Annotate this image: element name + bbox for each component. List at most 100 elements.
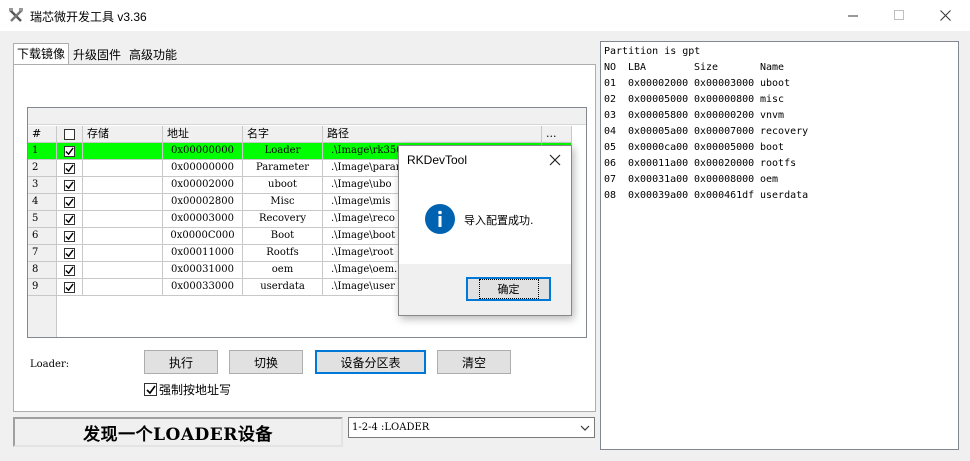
row-checkbox-cell[interactable] [57,143,83,160]
name-cell[interactable]: Misc [243,194,323,211]
partition-size: 0x00020000 [694,158,755,169]
dialog-body: 导入配置成功. [399,176,571,264]
address-cell[interactable]: 0x00031000 [163,262,243,279]
close-button[interactable] [922,0,968,31]
row-checkbox-cell[interactable] [57,194,83,211]
name-cell[interactable]: oem [243,262,323,279]
address-cell[interactable]: 0x00002000 [163,177,243,194]
address-cell[interactable]: 0x00033000 [163,279,243,296]
address-cell[interactable]: 0x0000C000 [163,228,243,245]
row-checkbox[interactable] [64,264,75,276]
storage-cell[interactable] [83,228,163,245]
name-cell[interactable]: Loader [243,143,323,160]
select-all-checkbox[interactable] [64,129,75,140]
device-status-text: 发现一个LOADER设备 [13,417,343,447]
storage-cell[interactable] [83,160,163,177]
row-checkbox-cell[interactable] [57,160,83,177]
partition-lba: 0x00039a00 [628,190,689,201]
name-cell[interactable]: Parameter [243,160,323,177]
partition-entry: 04 0x00005a00 0x00007000 recovery [604,124,955,140]
storage-cell[interactable] [83,211,163,228]
partition-lba: 0x0000ca00 [628,142,689,153]
storage-cell[interactable] [83,177,163,194]
partition-header-lba: LBA [628,62,647,73]
row-checkbox[interactable] [64,230,75,242]
partition-no: 03 [604,110,617,121]
row-checkbox[interactable] [64,281,75,293]
header-select-all[interactable] [57,126,83,143]
header-num[interactable]: # [28,126,57,143]
minimize-icon [847,15,858,17]
checkmark-icon [65,214,74,223]
partition-lba: 0x00031a00 [628,174,689,185]
name-cell[interactable]: userdata [243,279,323,296]
address-cell[interactable]: 0x00011000 [163,245,243,262]
partition-size: 0x00008000 [694,174,755,185]
dialog-close-icon[interactable] [547,152,563,168]
partition-info-panel[interactable]: Partition is gpt NO LBA Size Name 01 0x00… [600,41,959,450]
run-button[interactable]: 执行 [144,350,218,374]
row-checkbox[interactable] [64,162,75,174]
checkmark-icon [145,385,156,394]
tools-cross-icon [9,8,23,22]
row-checkbox-cell[interactable] [57,245,83,262]
table-top-strip [28,108,586,125]
dialog-ok-label: 确定 [478,279,539,299]
row-checkbox-cell[interactable] [57,228,83,245]
row-checkbox[interactable] [64,247,75,259]
tab-upgrade-firmware[interactable]: 升级固件 [69,45,125,65]
force-address-checkbox[interactable] [144,383,157,396]
table-header: # 存储 地址 名字 路径 ... [28,126,572,143]
partition-header-size: Size [694,62,719,73]
minimize-button[interactable] [830,0,876,31]
header-path[interactable]: 路径 [323,126,542,143]
maximize-button[interactable] [876,0,922,31]
clear-button[interactable]: 清空 [437,350,511,374]
dialog-message: 导入配置成功. [464,214,534,227]
row-number: 6 [28,228,57,245]
dialog-ok-button[interactable]: 确定 [466,277,551,301]
switch-button[interactable]: 切换 [229,350,303,374]
address-cell[interactable]: 0x00000000 [163,160,243,177]
storage-cell[interactable] [83,194,163,211]
address-cell[interactable]: 0x00002800 [163,194,243,211]
tab-download-image[interactable]: 下载镜像 [13,43,70,65]
device-select-value: 1-2-4 :LOADER [352,422,430,433]
device-partition-button[interactable]: 设备分区表 [315,350,426,374]
storage-cell[interactable] [83,262,163,279]
tab-advanced[interactable]: 高级功能 [125,45,181,65]
partition-size: 0x00000200 [694,110,755,121]
name-cell[interactable]: Recovery [243,211,323,228]
header-name[interactable]: 名字 [243,126,323,143]
storage-cell[interactable] [83,279,163,296]
name-cell[interactable]: Rootfs [243,245,323,262]
header-address[interactable]: 地址 [163,126,243,143]
row-checkbox-cell[interactable] [57,279,83,296]
row-number: 2 [28,160,57,177]
chevron-down-icon[interactable] [578,419,592,436]
partition-no: 05 [604,142,617,153]
address-cell[interactable]: 0x00000000 [163,143,243,160]
partition-no: 04 [604,126,617,137]
row-checkbox[interactable] [64,196,75,208]
storage-cell[interactable] [83,143,163,160]
name-cell[interactable]: Boot [243,228,323,245]
row-checkbox-cell[interactable] [57,262,83,279]
partition-name: vnvm [760,110,785,121]
device-select[interactable]: 1-2-4 :LOADER [348,417,595,438]
row-number: 1 [28,143,57,160]
address-cell[interactable]: 0x00003000 [163,211,243,228]
header-storage[interactable]: 存储 [83,126,163,143]
partition-no: 06 [604,158,617,169]
row-checkbox[interactable] [64,213,75,225]
row-checkbox[interactable] [64,179,75,191]
header-more[interactable]: ... [542,126,572,143]
name-cell[interactable]: uboot [243,177,323,194]
row-checkbox[interactable] [64,145,75,157]
row-checkbox-cell[interactable] [57,177,83,194]
force-address-option[interactable]: 强制按地址写 [144,381,231,398]
row-checkbox-cell[interactable] [57,211,83,228]
dialog-footer: 确定 [399,264,571,315]
partition-lba: 0x00011a00 [628,158,689,169]
storage-cell[interactable] [83,245,163,262]
